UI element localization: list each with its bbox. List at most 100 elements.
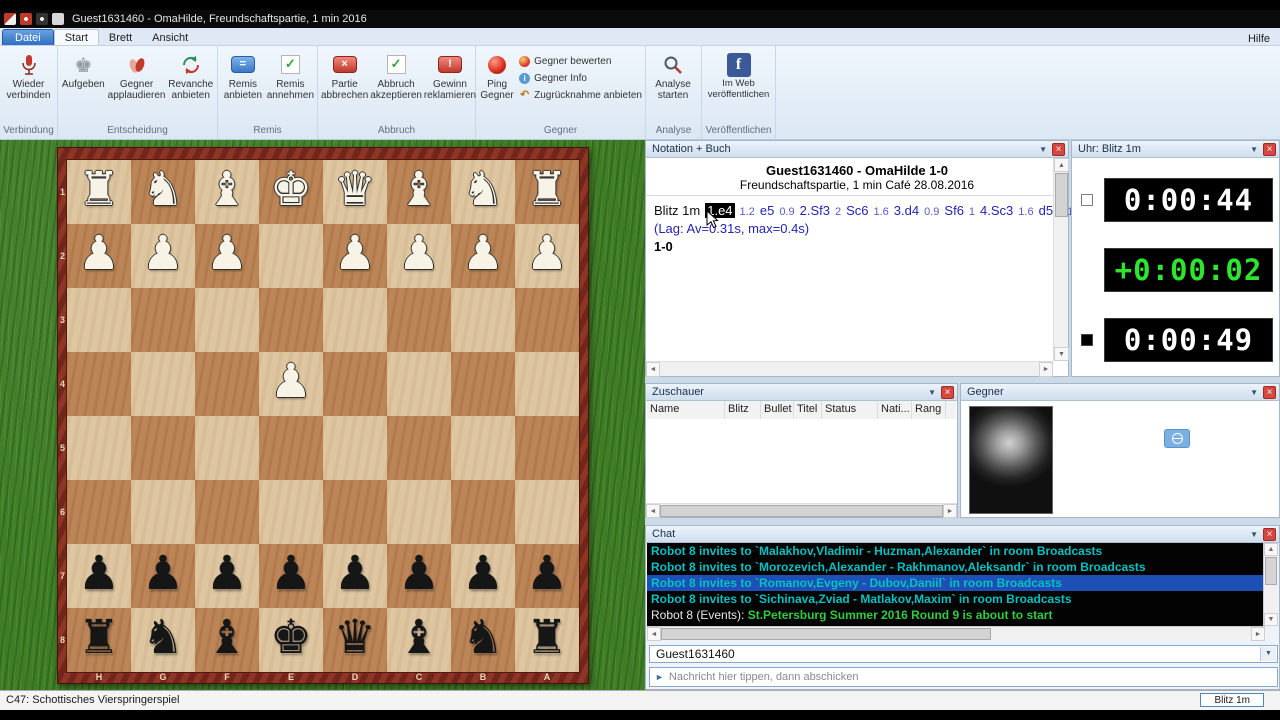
white-pawn[interactable]: ♟ [323,224,387,288]
square-h6[interactable] [67,480,131,544]
column-header-blitz[interactable]: Blitz [725,401,761,419]
square-b3[interactable] [451,288,515,352]
square-c7[interactable]: ♟ [387,544,451,608]
offer-draw-button[interactable]: = Remis anbieten [221,49,265,101]
square-g4[interactable] [131,352,195,416]
tab-start[interactable]: Start [54,29,99,45]
chat-message-input[interactable]: ► Nachricht hier tippen, dann abschicken [649,667,1278,687]
ping-opponent-button[interactable]: Ping Gegner [479,49,515,101]
chevron-down-icon[interactable]: ▼ [1039,145,1047,154]
square-g5[interactable] [131,416,195,480]
square-f7[interactable]: ♟ [195,544,259,608]
black-pawn[interactable]: ♟ [323,544,387,608]
square-c4[interactable] [387,352,451,416]
scroll-right-icon[interactable]: ► [1251,627,1265,641]
square-h8[interactable]: ♜ [67,608,131,672]
notation-vscrollbar[interactable]: ▲ ▼ [1053,158,1068,361]
black-knight[interactable]: ♞ [131,608,195,672]
rate-opponent-button[interactable]: Gegner bewerten [519,54,642,69]
black-king[interactable]: ♚ [259,608,323,672]
column-header-name[interactable]: Name [647,401,725,419]
square-g1[interactable]: ♞ [131,160,195,224]
square-h2[interactable]: ♟ [67,224,131,288]
square-a2[interactable]: ♟ [515,224,579,288]
notation-move[interactable]: e5 [760,203,774,218]
scroll-left-icon[interactable]: ◄ [647,627,661,641]
square-a7[interactable]: ♟ [515,544,579,608]
white-king[interactable]: ♚ [259,160,323,224]
square-f3[interactable] [195,288,259,352]
white-pawn[interactable]: ♟ [451,224,515,288]
square-e1[interactable]: ♚ [259,160,323,224]
square-g7[interactable]: ♟ [131,544,195,608]
square-g3[interactable] [131,288,195,352]
square-e3[interactable] [259,288,323,352]
resign-button[interactable]: ♚ Aufgeben [61,49,106,90]
opponent-info-button[interactable]: i Gegner Info [519,71,642,86]
close-icon[interactable]: × [941,386,954,399]
black-pawn[interactable]: ♟ [195,544,259,608]
scroll-down-icon[interactable]: ▼ [1054,347,1069,361]
square-f8[interactable]: ♝ [195,608,259,672]
scroll-down-icon[interactable]: ▼ [1264,613,1278,626]
black-pawn[interactable]: ♟ [515,544,579,608]
black-rook[interactable]: ♜ [67,608,131,672]
chat-message[interactable]: Robot 8 invites to `Romanov,Evgeny - Dub… [647,575,1265,591]
black-pawn[interactable]: ♟ [451,544,515,608]
scroll-right-icon[interactable]: ► [1039,362,1053,377]
square-a5[interactable] [515,416,579,480]
square-f5[interactable] [195,416,259,480]
square-d1[interactable]: ♛ [323,160,387,224]
claim-win-button[interactable]: ! Gewinn reklamieren [424,49,476,101]
white-knight[interactable]: ♞ [451,160,515,224]
white-pawn[interactable]: ♟ [67,224,131,288]
column-header-nati[interactable]: Nati... [878,401,912,419]
help-menu[interactable]: Hilfe [1248,33,1280,45]
chat-message[interactable]: Robot 8 invites to `Sichinava,Zviad - Ma… [647,591,1265,607]
notation-move[interactable]: 4.Sc3 [980,203,1013,218]
close-icon[interactable]: × [1052,143,1065,156]
white-rook[interactable]: ♜ [515,160,579,224]
square-d6[interactable] [323,480,387,544]
chevron-down-icon[interactable]: ▼ [1250,388,1258,397]
square-d3[interactable] [323,288,387,352]
square-b2[interactable]: ♟ [451,224,515,288]
square-a6[interactable] [515,480,579,544]
square-b7[interactable]: ♟ [451,544,515,608]
chevron-down-icon[interactable]: ▼ [1250,145,1258,154]
white-bishop[interactable]: ♝ [387,160,451,224]
chat-name-combobox[interactable]: Guest1631460 ▼ [649,645,1278,663]
scroll-right-icon[interactable]: ► [943,504,957,518]
scroll-thumb[interactable] [661,628,991,640]
chat-message[interactable]: Robot 8 invites to `Morozevich,Alexander… [647,559,1265,575]
scroll-thumb[interactable] [1265,557,1277,585]
column-header-rang[interactable]: Rang [912,401,946,419]
black-pawn[interactable]: ♟ [67,544,131,608]
black-bishop[interactable]: ♝ [195,608,259,672]
white-knight[interactable]: ♞ [131,160,195,224]
scroll-left-icon[interactable]: ◄ [646,504,660,518]
notation-move[interactable]: d5 [1039,203,1053,218]
square-b1[interactable]: ♞ [451,160,515,224]
square-a4[interactable] [515,352,579,416]
column-header-bullet[interactable]: Bullet [761,401,794,419]
rematch-button[interactable]: Revanche anbieten [167,49,214,101]
black-knight[interactable]: ♞ [451,608,515,672]
square-b5[interactable] [451,416,515,480]
square-e4[interactable]: ♟ [259,352,323,416]
column-header-titel[interactable]: Titel [794,401,822,419]
scroll-thumb[interactable] [660,505,943,517]
chat-hscrollbar[interactable]: ◄ ► [647,626,1265,640]
square-e8[interactable]: ♚ [259,608,323,672]
column-header-status[interactable]: Status [822,401,878,419]
square-d8[interactable]: ♛ [323,608,387,672]
square-c1[interactable]: ♝ [387,160,451,224]
square-d4[interactable] [323,352,387,416]
black-bishop[interactable]: ♝ [387,608,451,672]
white-pawn[interactable]: ♟ [195,224,259,288]
chevron-down-icon[interactable]: ▼ [1250,530,1258,539]
black-pawn[interactable]: ♟ [387,544,451,608]
spectators-hscrollbar[interactable]: ◄ ► [646,503,957,517]
black-pawn[interactable]: ♟ [131,544,195,608]
notation-move[interactable]: 3.d4 [894,203,919,218]
